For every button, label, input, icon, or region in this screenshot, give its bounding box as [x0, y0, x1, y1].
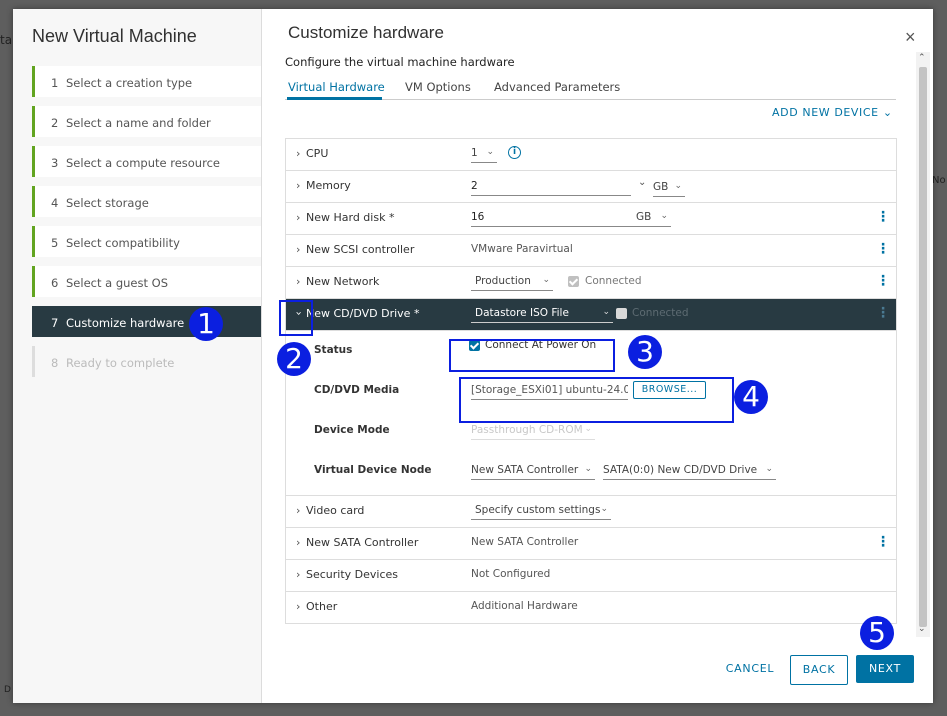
hw-row-hard-disk[interactable]: › New Hard disk * 16 GB ⌄ ⋮ — [286, 203, 896, 235]
hw-row-video-card[interactable]: › Video card Specify custom settings ⌄ — [286, 496, 896, 528]
cd-connected-checkbox[interactable] — [616, 308, 627, 319]
step-marker-1: 1 — [189, 307, 223, 341]
background-text: No — [932, 175, 946, 186]
step-storage[interactable]: 4 Select storage — [32, 186, 261, 217]
hw-row-sata[interactable]: › New SATA Controller New SATA Controlle… — [286, 528, 896, 560]
step-customize-hardware[interactable]: 7 Customize hardware — [32, 306, 261, 337]
add-new-device-button[interactable]: ADD NEW DEVICE ⌄ — [772, 106, 893, 119]
hw-row-memory[interactable]: › Memory 2 ⌄ GB ⌄ — [286, 171, 896, 203]
cancel-button[interactable]: CANCEL — [722, 655, 778, 683]
memory-unit-select[interactable]: GB ⌄ — [653, 181, 685, 197]
page-title: Customize hardware — [288, 23, 444, 42]
disk-unit-select[interactable]: GB ⌄ — [636, 211, 671, 227]
cd-node-row: Virtual Device Node New SATA Controller ⌄… — [286, 451, 896, 491]
more-options-icon[interactable]: ⋮ — [876, 305, 890, 321]
step-compatibility[interactable]: 5 Select compatibility — [32, 226, 261, 257]
chevron-right-icon[interactable]: › — [296, 536, 300, 549]
video-card-select[interactable]: Specify custom settings ⌄ — [471, 504, 611, 520]
hw-row-cpu[interactable]: › CPU 1 ⌄ i — [286, 139, 896, 171]
step-creation-type[interactable]: 1 Select a creation type — [32, 66, 261, 97]
background-text: ta — [0, 33, 13, 47]
hw-row-other[interactable]: › Other Additional Hardware — [286, 592, 896, 624]
hw-row-security[interactable]: › Security Devices Not Configured — [286, 560, 896, 592]
tab-vm-options[interactable]: VM Options — [405, 80, 471, 94]
hw-row-network[interactable]: › New Network Production ⌄ Connected ⋮ — [286, 267, 896, 299]
chevron-right-icon[interactable]: › — [296, 211, 300, 224]
chevron-down-icon[interactable]: ⌄ — [638, 177, 646, 188]
node-controller-select[interactable]: New SATA Controller ⌄ — [471, 464, 595, 480]
scrollbar[interactable]: ⌃ ⌄ — [916, 52, 930, 637]
step-marker-2: 2 — [277, 342, 311, 376]
page-subtitle: Configure the virtual machine hardware — [285, 55, 515, 69]
close-icon[interactable]: × — [905, 27, 916, 48]
more-options-icon[interactable]: ⋮ — [876, 241, 890, 257]
cd-type-select[interactable]: Datastore ISO File ⌄ — [471, 307, 613, 323]
wizard-steps-pane: New Virtual Machine 1 Select a creation t… — [13, 9, 262, 703]
chevron-right-icon[interactable]: › — [296, 600, 300, 613]
more-options-icon[interactable]: ⋮ — [876, 273, 890, 289]
scroll-down-icon[interactable]: ⌄ — [918, 623, 926, 634]
more-options-icon[interactable]: ⋮ — [876, 209, 890, 225]
device-mode-select: Passthrough CD-ROM ⌄ — [471, 424, 595, 440]
scroll-up-icon[interactable]: ⌃ — [918, 52, 926, 63]
back-button[interactable]: BACK — [790, 655, 848, 685]
highlight-cd-media — [459, 377, 734, 423]
hw-row-cd-dvd[interactable]: › New CD/DVD Drive * Datastore ISO File ⌄… — [286, 299, 896, 331]
step-marker-4: 4 — [734, 380, 768, 414]
highlight-connect-power-on — [449, 339, 615, 372]
active-tab-indicator — [287, 97, 382, 100]
chevron-right-icon[interactable]: › — [296, 147, 300, 160]
step-guest-os[interactable]: 6 Select a guest OS — [32, 266, 261, 297]
step-name-folder[interactable]: 2 Select a name and folder — [32, 106, 261, 137]
dialog-title: New Virtual Machine — [32, 26, 197, 46]
wizard-steps: 1 Select a creation type 2 Select a name a… — [32, 66, 261, 386]
more-options-icon[interactable]: ⋮ — [876, 534, 890, 550]
hw-row-scsi[interactable]: › New SCSI controller VMware Paravirtual… — [286, 235, 896, 267]
highlight-expand-cd — [279, 300, 313, 336]
tab-advanced-parameters[interactable]: Advanced Parameters — [494, 80, 620, 94]
tab-virtual-hardware[interactable]: Virtual Hardware — [288, 80, 385, 94]
cpu-count-select[interactable]: 1 ⌄ — [471, 147, 497, 163]
next-button[interactable]: NEXT — [856, 655, 914, 683]
chevron-right-icon[interactable]: › — [296, 275, 300, 288]
network-select[interactable]: Production ⌄ — [471, 275, 553, 291]
chevron-right-icon[interactable]: › — [296, 568, 300, 581]
info-icon[interactable]: i — [508, 146, 521, 159]
chevron-right-icon[interactable]: › — [296, 179, 300, 192]
node-slot-select[interactable]: SATA(0:0) New CD/DVD Drive ⌄ — [603, 464, 776, 480]
step-compute-resource[interactable]: 3 Select a compute resource — [32, 146, 261, 177]
chevron-right-icon[interactable]: › — [296, 243, 300, 256]
disk-size-input[interactable]: 16 — [471, 211, 636, 227]
network-connected-checkbox[interactable] — [568, 276, 579, 287]
chevron-right-icon[interactable]: › — [296, 504, 300, 517]
memory-input[interactable]: 2 — [471, 180, 631, 196]
step-ready-to-complete: 8 Ready to complete — [32, 346, 261, 377]
background-text: D — [4, 685, 11, 695]
step-marker-3: 3 — [628, 335, 662, 369]
scrollbar-thumb[interactable] — [919, 67, 927, 627]
step-marker-5: 5 — [860, 616, 894, 650]
tab-bar: Virtual Hardware VM Options Advanced Par… — [285, 75, 896, 100]
